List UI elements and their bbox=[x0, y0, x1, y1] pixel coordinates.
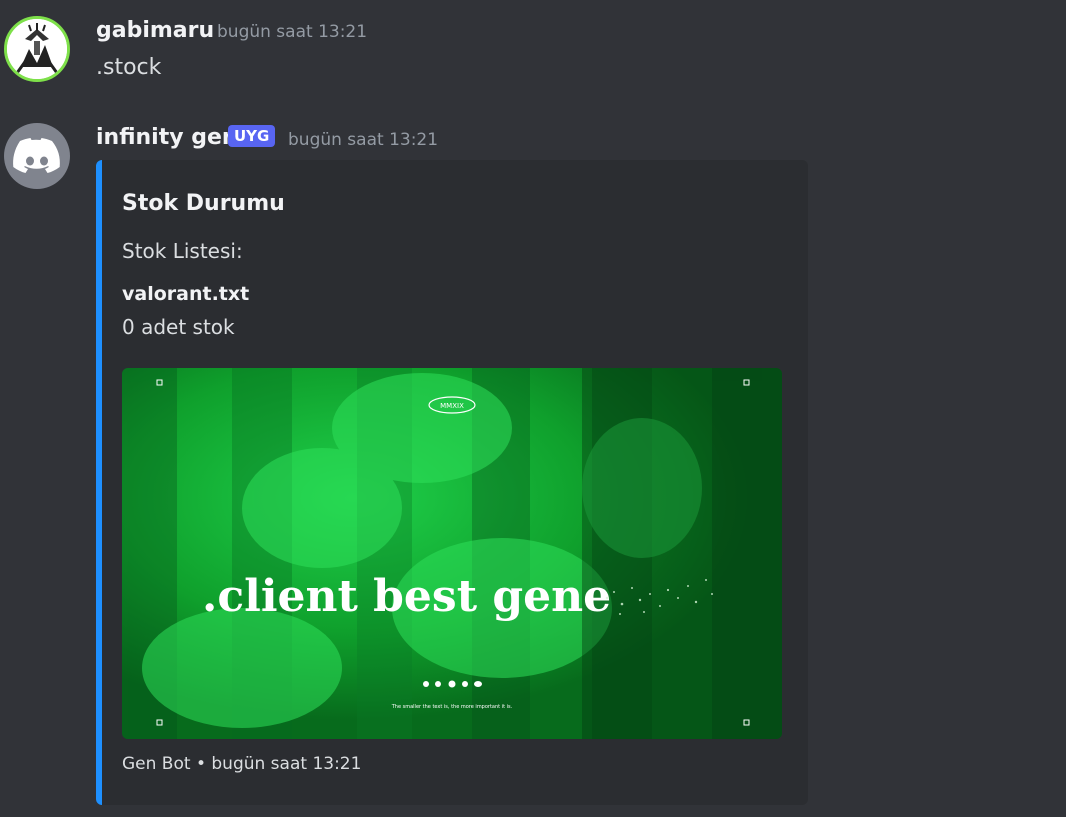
top-badge-ring bbox=[428, 396, 476, 414]
username[interactable]: infinity gen bbox=[96, 125, 238, 150]
corner-markers bbox=[156, 379, 750, 726]
message-gabimaru: gabimaru bugün saat 13:21 .stock bbox=[0, 0, 1066, 100]
embed-accent-bar bbox=[96, 160, 102, 805]
timestamp: bugün saat 13:21 bbox=[217, 22, 368, 42]
embed-card: Stok Durumu Stok Listesi: valorant.txt 0… bbox=[96, 160, 808, 805]
embed-title: Stok Durumu bbox=[122, 191, 285, 216]
embed-description: Stok Listesi: bbox=[122, 239, 243, 263]
discord-logo-icon bbox=[13, 138, 60, 173]
embed-footer: Gen Bot • bugün saat 13:21 bbox=[122, 754, 362, 774]
embed-field-value: 0 adet stok bbox=[122, 315, 235, 339]
message-content: .stock bbox=[96, 55, 162, 80]
user-avatar[interactable] bbox=[4, 16, 70, 82]
banner-tagline: The smaller the text is, the more import… bbox=[391, 704, 513, 710]
green-smoke-banner-image: MMXIX .client best gene The smaller the … bbox=[122, 368, 782, 739]
username[interactable]: gabimaru bbox=[96, 18, 214, 43]
message-infinity-gen: infinity gen UYG bugün saat 13:21 Stok D… bbox=[0, 0, 1066, 817]
embed-image[interactable]: MMXIX .client best gene The smaller the … bbox=[122, 368, 782, 739]
app-badge: UYG bbox=[228, 125, 276, 147]
manga-avatar-icon bbox=[7, 19, 67, 79]
banner-headline: .client best gene bbox=[202, 571, 611, 622]
top-badge-text: MMXIX bbox=[440, 402, 464, 410]
banner-logo-row bbox=[423, 680, 482, 688]
bot-avatar[interactable] bbox=[4, 123, 70, 189]
embed-field-name: valorant.txt bbox=[122, 283, 250, 305]
timestamp: bugün saat 13:21 bbox=[288, 130, 439, 150]
